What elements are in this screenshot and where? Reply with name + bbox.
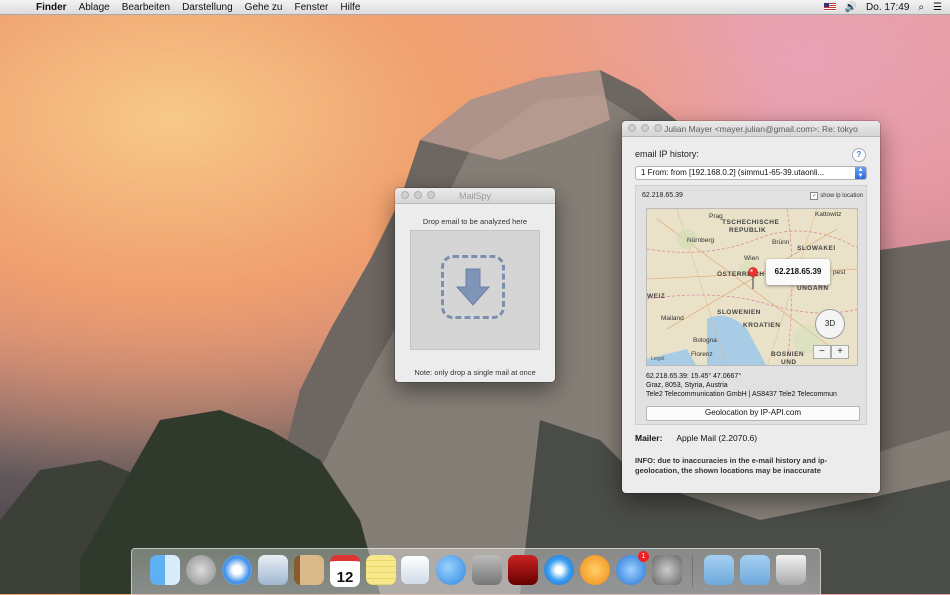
mailspy-window: MailSpy Drop email to be analyzed here N… (395, 188, 555, 382)
map-legal-link[interactable]: Legal (651, 356, 664, 362)
info-text: INFO: due to inaccuracies in the e-mail … (635, 456, 828, 475)
safari-icon[interactable] (222, 555, 252, 585)
menu-ablage[interactable]: Ablage (79, 2, 110, 13)
map-label-und: UND (781, 359, 797, 366)
messages-icon[interactable] (436, 555, 466, 585)
map-label-bosnien: BOSNIEN (771, 351, 805, 358)
drop-label: Drop email to be analyzed here (422, 217, 528, 226)
mail-icon[interactable] (258, 555, 288, 585)
map-label-mailand: Mailand (661, 315, 684, 322)
address-line: Graz, 8053, Styria, Austria (646, 382, 728, 389)
input-source-flag-icon[interactable] (823, 3, 836, 11)
zoom-out-button[interactable]: − (813, 345, 831, 359)
map-label-wien: Wien (744, 255, 759, 262)
map-label-prag: Prag (709, 213, 723, 220)
menu-hilfe[interactable]: Hilfe (340, 2, 360, 13)
clock[interactable]: Do. 17:49 (866, 2, 909, 13)
provider-line: Tele2 Telecommunication GmbH | AS8437 Te… (646, 391, 837, 398)
download-arrow-icon (455, 268, 491, 306)
map-label-florenz: Florenz (691, 351, 713, 358)
analysis-window: Julian Mayer <mayer.julian@gmail.com>: R… (622, 121, 880, 493)
history-label: email IP history: (635, 149, 699, 159)
zoom-in-button[interactable]: + (831, 345, 849, 359)
drop-note: Note: only drop a single mail at once (414, 368, 536, 377)
map-ip-callout[interactable]: 62.218.65.39 (766, 259, 830, 285)
mailspy-titlebar[interactable]: MailSpy (395, 188, 555, 204)
facetime-icon[interactable] (472, 555, 502, 585)
menu-darstellung[interactable]: Darstellung (182, 2, 233, 13)
ip-history-select[interactable]: 1 From: from [192.168.0.2] (simmu1-65-39… (635, 166, 867, 180)
checkbox-checked-icon: ✓ (810, 192, 819, 200)
photo-booth-icon[interactable] (508, 555, 538, 585)
map-label-republik: REPUBLIK (729, 227, 767, 234)
menu-gehe-zu[interactable]: Gehe zu (245, 2, 283, 13)
finder-icon[interactable] (150, 555, 180, 585)
map-3d-button[interactable]: 3D (815, 309, 845, 339)
preview-icon[interactable] (400, 555, 430, 585)
volume-icon[interactable]: 🔊 (845, 2, 857, 13)
minimize-button[interactable] (414, 191, 422, 199)
map-label-ungarn: UNGARN (797, 285, 829, 292)
map-label-nuernberg: Nürnberg (687, 237, 715, 244)
analysis-titlebar[interactable]: Julian Mayer <mayer.julian@gmail.com>: R… (622, 121, 880, 137)
map-label-slowakei: SLOWAKEI (797, 245, 836, 252)
menu-fenster[interactable]: Fenster (294, 2, 328, 13)
app-store-badge: 1 (638, 551, 649, 562)
dock-separator (692, 555, 693, 587)
launchpad-icon[interactable] (186, 555, 216, 585)
map-label-tschechische: TSCHECHISCHE (722, 219, 780, 226)
selected-history-entry: 1 From: from [192.168.0.2] (simmu1-65-39… (641, 168, 825, 177)
calendar-icon[interactable]: 12 (330, 555, 360, 587)
system-preferences-icon[interactable] (652, 555, 682, 585)
show-ip-location-checkbox[interactable]: ✓ show ip location (810, 192, 863, 200)
select-arrows-icon: ▲ ▼ (855, 167, 866, 179)
ibooks-icon[interactable] (580, 555, 610, 585)
map-label-kroatien: KROATIEN (743, 322, 781, 329)
email-drop-zone[interactable] (410, 230, 540, 350)
calendar-day: 12 (336, 569, 354, 586)
map-label-slowenien: SLOWENIEN (717, 309, 761, 316)
close-button[interactable] (628, 124, 636, 132)
map-label-pest: pest (833, 269, 846, 276)
ip-address: 62.218.65.39 (642, 192, 683, 199)
zoom-button[interactable] (654, 124, 662, 132)
trash-icon[interactable] (776, 555, 806, 585)
location-panel: 62.218.65.39 ✓ show ip location TSCHECHI… (635, 185, 867, 425)
location-details: 62.218.65.39: 15.45° 47.0667° Graz, 8053… (646, 372, 837, 399)
mailer-row: Mailer: Apple Mail (2.2070.6) (635, 433, 757, 443)
downloads-folder-icon[interactable] (740, 555, 770, 585)
dock: 12 1 (131, 548, 821, 595)
mailer-label: Mailer: (635, 433, 663, 443)
map-label-kattowitz: Kattowitz (815, 211, 842, 218)
app-store-icon[interactable]: 1 (616, 551, 649, 585)
minimize-button[interactable] (641, 124, 649, 132)
map-label-weiz: WEIZ (647, 293, 666, 300)
map-label-bruenn: Brünn (772, 239, 790, 246)
mailer-value: Apple Mail (2.2070.6) (676, 433, 758, 443)
location-map[interactable]: TSCHECHISCHE REPUBLIK Prag Kattowitz Brü… (646, 208, 858, 366)
map-label-bologna: Bologna (693, 337, 717, 344)
menu-bearbeiten[interactable]: Bearbeiten (122, 2, 170, 13)
zoom-button[interactable] (427, 191, 435, 199)
menu-bar: Finder Ablage Bearbeiten Darstellung Geh… (0, 0, 950, 15)
show-ip-location-label: show ip location (820, 193, 863, 199)
notes-icon[interactable] (366, 555, 396, 585)
map-pin-icon[interactable] (748, 267, 758, 289)
coords-line: 62.218.65.39: 15.45° 47.0667° (646, 373, 742, 380)
menu-app-finder[interactable]: Finder (36, 2, 67, 13)
applications-folder-icon[interactable] (704, 555, 734, 585)
notification-center-icon[interactable]: ☰ (933, 2, 942, 13)
itunes-icon[interactable] (544, 555, 574, 585)
map-zoom-control: − + (813, 345, 849, 359)
geolocation-button[interactable]: Geolocation by IP-API.com (646, 406, 860, 421)
close-button[interactable] (401, 191, 409, 199)
spotlight-search-icon[interactable]: ⌕ (918, 2, 924, 13)
help-button[interactable]: ? (852, 148, 866, 162)
contacts-icon[interactable] (294, 555, 324, 585)
